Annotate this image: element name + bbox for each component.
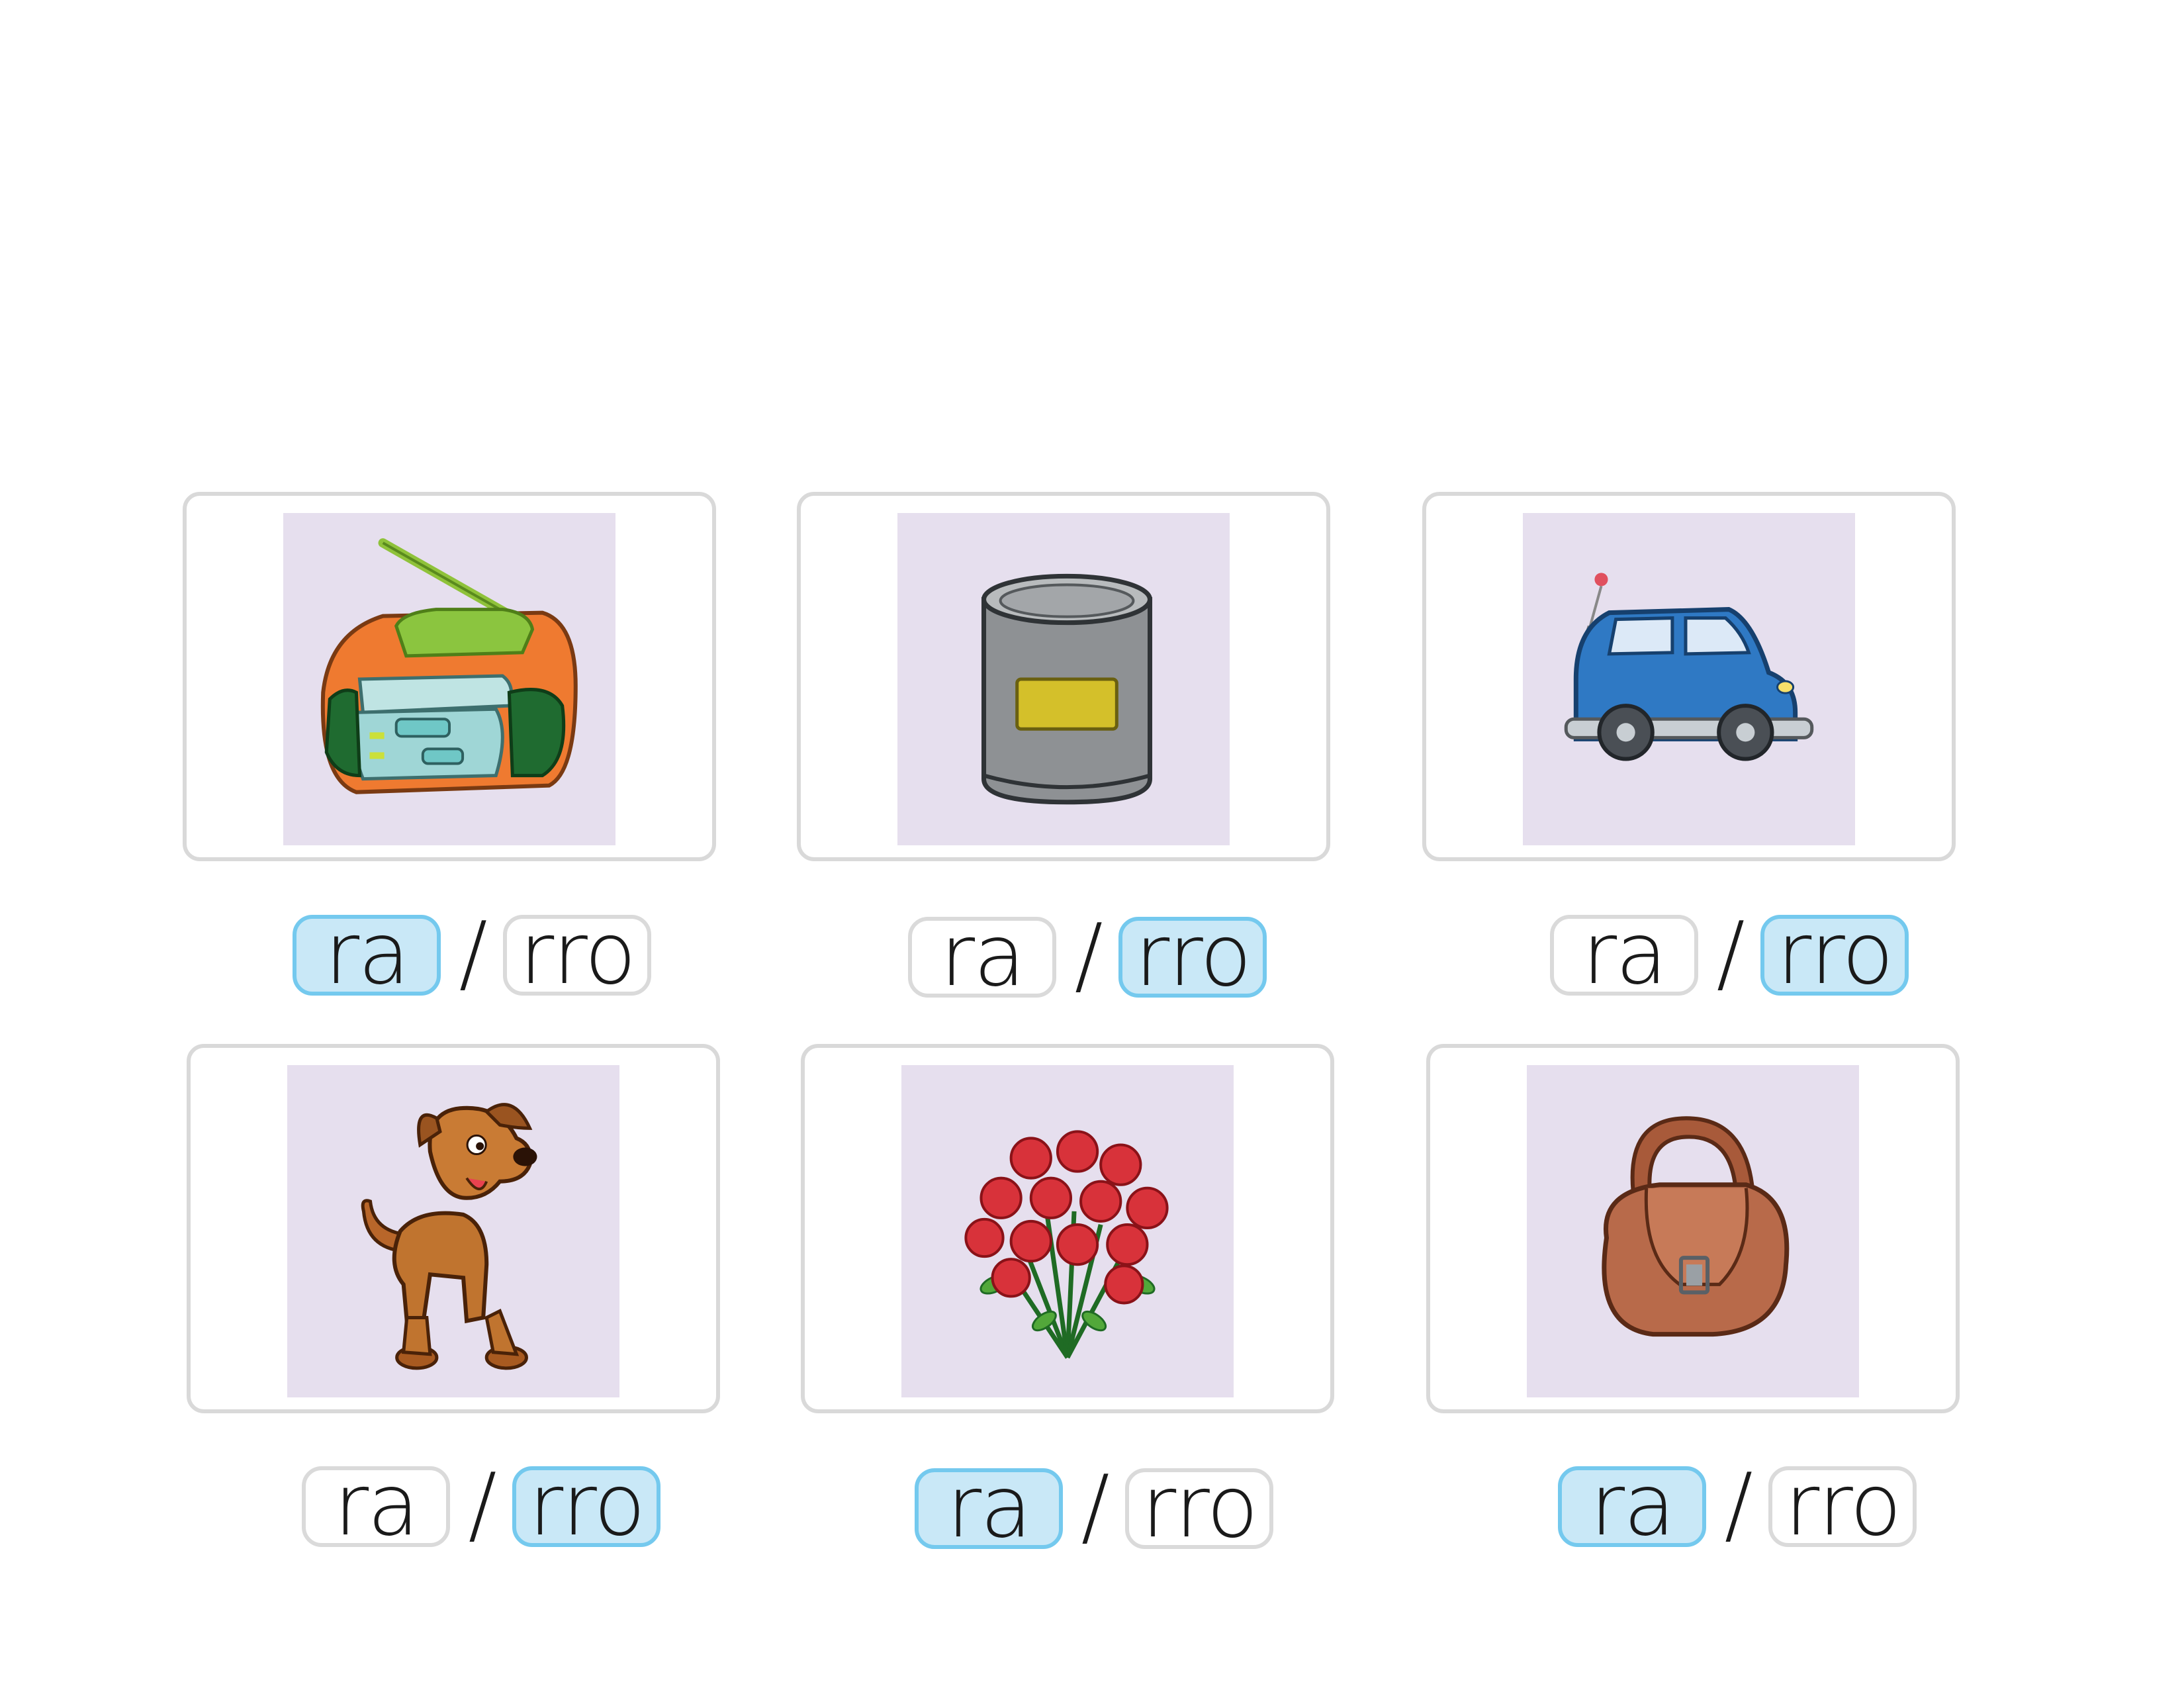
separator: /	[459, 904, 488, 1003]
option-rro[interactable]: rro	[1760, 912, 1909, 997]
choice-row-bag: ra / rro	[1558, 1462, 2034, 1559]
picture-card-roses	[801, 1044, 1334, 1413]
radio-picture	[283, 513, 615, 845]
separator: /	[1724, 1456, 1753, 1554]
choice-row-can: ra / rro	[908, 913, 1385, 1009]
option-ra[interactable]: ra	[302, 1464, 450, 1548]
car-picture	[1523, 513, 1855, 845]
choice-row-roses: ra / rro	[915, 1464, 1391, 1561]
separator: /	[1716, 904, 1745, 1003]
option-ra[interactable]: ra	[915, 1466, 1063, 1550]
picture-card-radio	[183, 492, 716, 861]
dog-picture	[287, 1065, 619, 1397]
picture-card-bag	[1426, 1044, 1960, 1413]
separator: /	[468, 1456, 497, 1554]
option-rro[interactable]: rro	[1768, 1464, 1917, 1548]
option-ra[interactable]: ra	[908, 914, 1056, 999]
option-rro[interactable]: rro	[512, 1464, 660, 1548]
choice-row-radio: ra / rro	[293, 911, 769, 1008]
picture-card-car	[1422, 492, 1956, 861]
picture-card-dog	[187, 1044, 720, 1413]
option-ra[interactable]: ra	[1550, 912, 1698, 997]
can-picture	[897, 513, 1230, 845]
option-ra[interactable]: ra	[1558, 1464, 1706, 1548]
bag-picture	[1527, 1065, 1859, 1397]
option-rro[interactable]: rro	[1118, 914, 1267, 999]
choice-row-car: ra / rro	[1550, 911, 2026, 1008]
separator: /	[1081, 1458, 1110, 1556]
picture-card-can	[797, 492, 1330, 861]
option-ra[interactable]: ra	[293, 912, 441, 997]
roses-picture	[901, 1065, 1234, 1397]
choice-row-dog: ra / rro	[302, 1462, 778, 1559]
option-rro[interactable]: rro	[1125, 1466, 1273, 1550]
separator: /	[1074, 906, 1103, 1005]
option-rro[interactable]: rro	[503, 912, 651, 997]
